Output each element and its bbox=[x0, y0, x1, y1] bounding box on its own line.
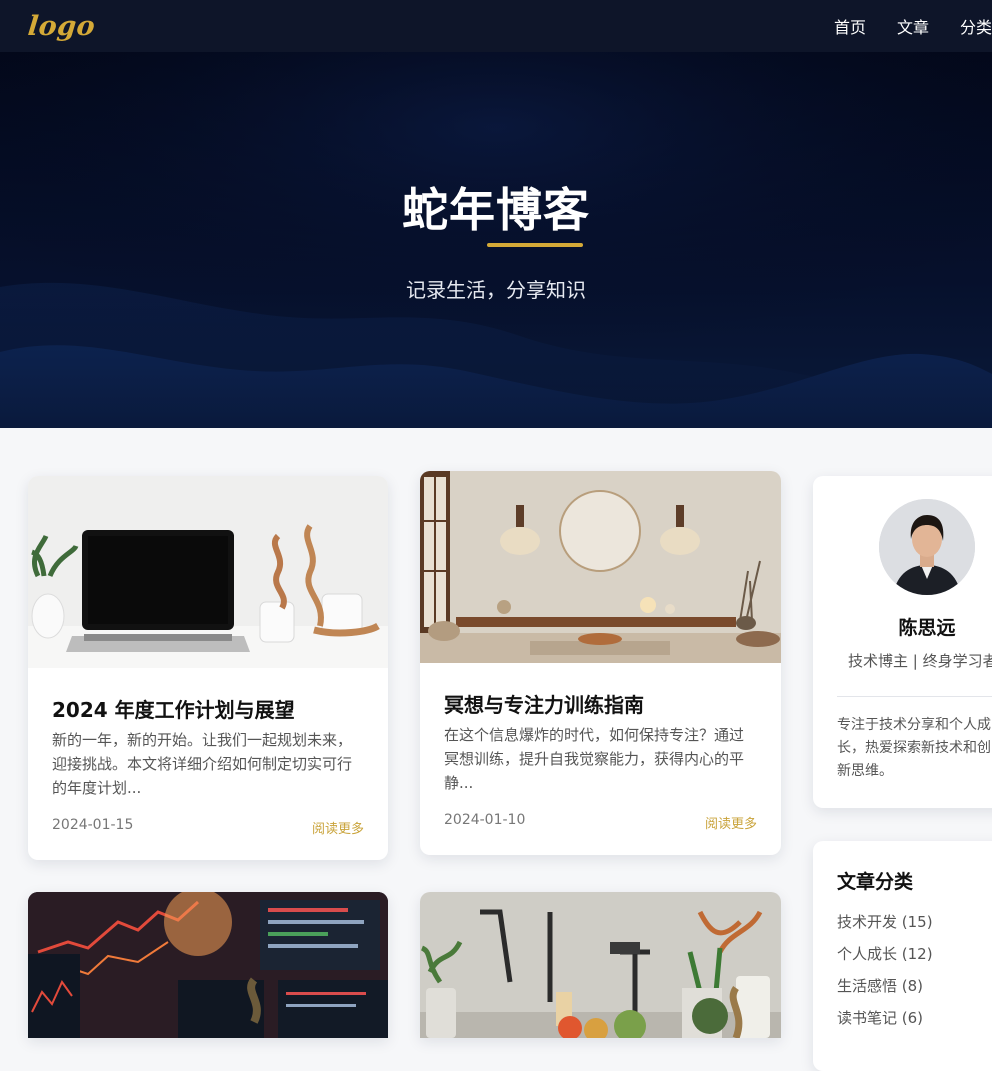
post-thumbnail-trading-screens-image bbox=[28, 892, 388, 1038]
read-more-link[interactable]: 阅读更多 bbox=[705, 813, 757, 832]
author-card: 陈思远 技术博主 | 终身学习者 专注于技术分享和个人成 长，热爱探索新技术和创… bbox=[813, 476, 992, 808]
nav-link-articles[interactable]: 文章 bbox=[897, 14, 929, 38]
author-bio: 专注于技术分享和个人成 长，热爱探索新技术和创 新思维。 bbox=[837, 714, 992, 783]
nav-links: 首页 文章 分类 bbox=[803, 0, 992, 52]
divider bbox=[837, 696, 992, 697]
post-title[interactable]: 冥想与专注力训练指南 bbox=[444, 689, 644, 718]
author-avatar bbox=[879, 499, 975, 595]
categories-card: 文章分类 技术开发 (15) 个人成长 (12) 生活感悟 (8) 读书笔记 (… bbox=[813, 841, 992, 1071]
author-bio-line: 专注于技术分享和个人成 bbox=[837, 717, 991, 733]
read-more-link[interactable]: 阅读更多 bbox=[312, 818, 364, 837]
category-item[interactable]: 生活感悟 (8) bbox=[837, 975, 923, 996]
category-item[interactable]: 读书笔记 (6) bbox=[837, 1007, 923, 1028]
hero-wave-background bbox=[0, 52, 992, 428]
post-card[interactable]: 冥想与专注力训练指南 在这个信息爆炸的时代，如何保持专注？通过冥想训练，提升自我… bbox=[420, 471, 781, 855]
post-card[interactable] bbox=[28, 892, 388, 1038]
post-date: 2024-01-15 bbox=[52, 817, 134, 833]
author-bio-line: 新思维。 bbox=[837, 763, 893, 779]
nav-link-categories[interactable]: 分类 bbox=[960, 14, 992, 38]
post-thumbnail-fitness-food-image bbox=[420, 892, 781, 1038]
post-card[interactable] bbox=[420, 892, 781, 1038]
categories-heading: 文章分类 bbox=[837, 871, 914, 893]
hero-title-underline bbox=[487, 243, 583, 247]
category-item[interactable]: 技术开发 (15) bbox=[837, 911, 933, 932]
hero-banner: 蛇年博客 记录生活，分享知识 bbox=[0, 52, 992, 428]
post-excerpt: 在这个信息爆炸的时代，如何保持专注？通过冥想训练，提升自我觉察能力，获得内心的平… bbox=[444, 726, 745, 792]
post-card[interactable]: 2024 年度工作计划与展望 新的一年，新的开始。让我们一起规划未来，迎接挑战。… bbox=[28, 476, 388, 860]
post-thumbnail-laptop-image bbox=[28, 476, 388, 668]
hero-title: 蛇年博客 bbox=[402, 183, 590, 237]
author-title: 技术博主 | 终身学习者 bbox=[848, 652, 992, 670]
category-item[interactable]: 个人成长 (12) bbox=[837, 943, 933, 964]
author-bio-line: 长，热爱探索新技术和创 bbox=[837, 740, 991, 756]
nav-link-home[interactable]: 首页 bbox=[834, 14, 866, 38]
post-excerpt: 新的一年，新的开始。让我们一起规划未来，迎接挑战。本文将详细介绍如何制定切实可行… bbox=[52, 731, 353, 797]
top-nav: logo 首页 文章 分类 bbox=[0, 0, 992, 52]
post-thumbnail-meditation-room-image bbox=[420, 471, 781, 663]
post-date: 2024-01-10 bbox=[444, 812, 526, 828]
author-name: 陈思远 bbox=[898, 617, 956, 639]
site-logo[interactable]: logo bbox=[26, 11, 96, 42]
hero-subtitle: 记录生活，分享知识 bbox=[406, 278, 586, 302]
post-title[interactable]: 2024 年度工作计划与展望 bbox=[52, 694, 295, 723]
